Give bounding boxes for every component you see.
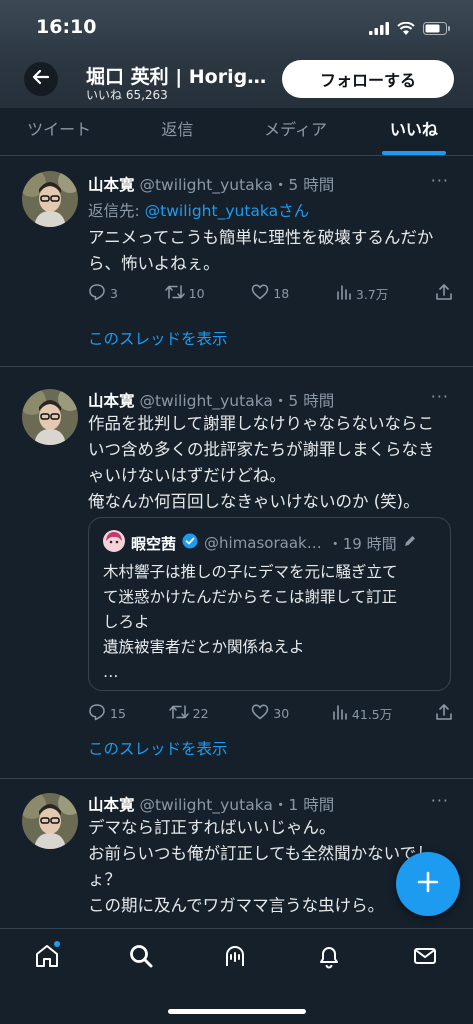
compose-plus-icon <box>417 871 439 897</box>
like-icon <box>251 283 269 304</box>
tab-likes[interactable]: いいね <box>355 108 473 155</box>
nav-home[interactable] <box>32 943 62 973</box>
tweet-time: ・1 時間 <box>272 796 335 814</box>
show-thread-link[interactable]: このスレッドを表示 <box>88 737 228 759</box>
profile-likes-count: いいね 65,263 <box>86 88 168 102</box>
tweet[interactable]: 山本寛 @twilight_yutaka・5 時間 ··· 返信先: @twil… <box>0 157 473 367</box>
active-tab-indicator <box>381 151 446 155</box>
home-notification-dot <box>54 941 60 947</box>
reply-icon <box>88 283 106 304</box>
views-icon <box>336 284 352 303</box>
tweet-text: デマなら訂正すればいいじゃん。 お前らいつも俺が訂正しても全然聞かないでし ょ？… <box>88 818 433 915</box>
reply-to-link[interactable]: @twilight_yutakaさん <box>145 202 309 220</box>
tweet[interactable]: 山本寛 @twilight_yutaka・5 時間 ··· 作品を批判して謝罪し… <box>0 367 473 779</box>
tweet-header: 山本寛 @twilight_yutaka・5 時間 <box>88 173 334 195</box>
author-name[interactable]: 山本寛 <box>88 796 135 814</box>
quoted-tweet-text: 木村響子は推しの子にデマを元に騒ぎ立て て迷惑かけたんだからそこは謝罪して訂正 … <box>103 563 398 681</box>
show-thread-link[interactable]: このスレッドを表示 <box>88 327 228 349</box>
quoted-tweet[interactable]: 暇空茜 @himasoraak… ・19 時間 木村響子は推しの子にデマを元に騒ぎ… <box>88 517 451 691</box>
bottom-navigation <box>0 928 473 1024</box>
author-name[interactable]: 山本寛 <box>88 176 135 194</box>
share-button[interactable] <box>435 703 453 724</box>
status-time: 16:10 <box>36 16 97 38</box>
quoted-author-handle: @himasoraak… <box>204 534 322 552</box>
profile-header: 16:10 堀口 英利 | Horig… いいね 65,263 フォローする <box>0 0 473 108</box>
quoted-tweet-header: 暇空茜 @himasoraak… ・19 時間 <box>103 530 417 556</box>
author-name[interactable]: 山本寛 <box>88 392 135 410</box>
author-handle[interactable]: @twilight_yutaka <box>139 796 272 814</box>
quoted-author-name: 暇空茜 <box>131 534 177 553</box>
like-button[interactable]: 18 <box>251 283 289 304</box>
tweet-time: ・5 時間 <box>272 392 335 410</box>
tweet-time: ・5 時間 <box>272 176 335 194</box>
more-options-icon[interactable]: ··· <box>431 171 449 190</box>
views-icon <box>332 704 348 723</box>
tweet-header: 山本寛 @twilight_yutaka・5 時間 <box>88 389 334 411</box>
back-arrow-icon <box>32 68 50 90</box>
share-icon <box>435 283 453 304</box>
follow-button[interactable]: フォローする <box>282 60 454 98</box>
search-icon <box>128 943 154 973</box>
reply-icon <box>88 703 106 724</box>
tweet-actions: 3 10 18 3.7万 <box>88 283 453 304</box>
tab-tweets[interactable]: ツイート <box>0 108 118 155</box>
quoted-tweet-time: ・19 時間 <box>327 534 397 553</box>
back-button[interactable] <box>24 62 58 96</box>
tab-media[interactable]: メディア <box>237 108 355 155</box>
quoted-avatar[interactable] <box>103 530 125 556</box>
tweet-text: アニメってこうも簡単に理性を破壊するんだか ら、怖いよねぇ。 <box>88 228 434 273</box>
nav-notifications[interactable] <box>314 943 344 973</box>
home-indicator <box>168 1009 306 1014</box>
verified-icon <box>182 533 198 553</box>
reply-to-line: 返信先: @twilight_yutakaさん <box>88 202 310 220</box>
retweet-button[interactable]: 22 <box>168 703 209 724</box>
status-icons <box>369 20 451 39</box>
nav-messages[interactable] <box>410 943 440 973</box>
tweet-header: 山本寛 @twilight_yutaka・1 時間 <box>88 793 334 815</box>
more-options-icon[interactable]: ··· <box>431 791 449 810</box>
nav-spaces[interactable] <box>220 943 250 973</box>
retweet-button[interactable]: 10 <box>164 283 205 304</box>
like-icon <box>251 703 269 724</box>
spaces-icon <box>221 942 249 974</box>
avatar[interactable] <box>22 171 78 227</box>
compose-tweet-button[interactable] <box>396 852 460 916</box>
author-handle[interactable]: @twilight_yutaka <box>139 392 272 410</box>
status-bar: 16:10 <box>0 14 473 42</box>
tweet-actions: 15 22 30 41.5万 <box>88 703 453 724</box>
avatar[interactable] <box>22 389 78 445</box>
home-icon <box>34 943 60 973</box>
views-button[interactable]: 41.5万 <box>332 704 392 723</box>
battery-icon <box>423 20 451 39</box>
notifications-icon <box>316 943 342 973</box>
retweet-icon <box>168 703 189 724</box>
signal-icon <box>369 20 389 39</box>
views-button[interactable]: 3.7万 <box>336 284 388 303</box>
tweet-text: 作品を批判して謝罪しなけりゃならないならこ いつ含め多くの批評家たちが謝罪しまく… <box>88 414 435 511</box>
avatar[interactable] <box>22 793 78 849</box>
profile-tabs: ツイート 返信 メディア いいね <box>0 108 473 156</box>
profile-name: 堀口 英利 | Horig… <box>86 66 267 88</box>
pencil-icon <box>403 534 417 552</box>
tab-replies[interactable]: 返信 <box>118 108 236 155</box>
share-icon <box>435 703 453 724</box>
reply-button[interactable]: 3 <box>88 283 118 304</box>
more-options-icon[interactable]: ··· <box>431 387 449 406</box>
like-button[interactable]: 30 <box>251 703 289 724</box>
tweet-feed: 山本寛 @twilight_yutaka・5 時間 ··· 返信先: @twil… <box>0 157 473 979</box>
author-handle[interactable]: @twilight_yutaka <box>139 176 272 194</box>
wifi-icon <box>397 20 415 39</box>
share-button[interactable] <box>435 283 453 304</box>
reply-button[interactable]: 15 <box>88 703 126 724</box>
retweet-icon <box>164 283 185 304</box>
messages-icon <box>412 943 438 973</box>
nav-search[interactable] <box>126 943 156 973</box>
